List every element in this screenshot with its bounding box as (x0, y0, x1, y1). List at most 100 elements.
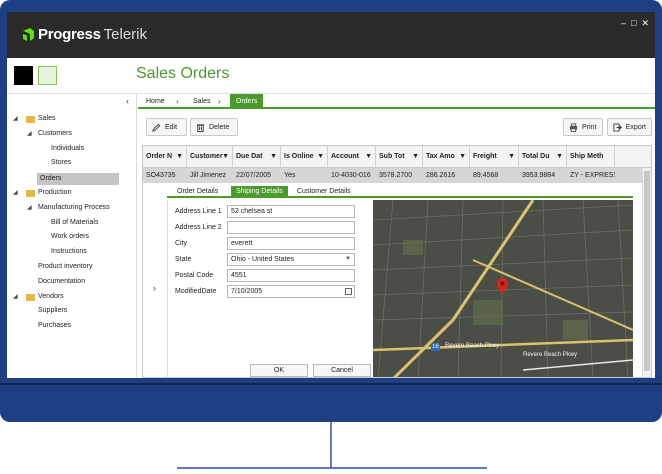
expand-arrow-icon[interactable]: ◢ (13, 290, 18, 305)
sidebar-item-sales[interactable]: ◢ Sales (7, 112, 137, 127)
column-header[interactable]: Account ▼ (328, 146, 376, 168)
tab-shiping-details[interactable]: Shiping Details (231, 186, 288, 198)
state-select[interactable]: Ohio - United States ▼ (227, 253, 355, 266)
connector-lines (177, 422, 487, 469)
breadcrumb-separator-icon: › (218, 97, 221, 106)
sidebar-item-instructions[interactable]: Instructions (7, 245, 137, 260)
table-cell: 286.2616 (426, 172, 456, 179)
sidebar-item-label: Manufacturing Process (38, 203, 110, 211)
app-window: Progress Telerik – □ ✕ Sales Orders ‹ ◢ S… (7, 12, 655, 378)
row-expand-icon[interactable]: › (153, 283, 156, 293)
theme-swatch-green[interactable] (38, 66, 57, 85)
modified-date-label: ModifiedDate (175, 288, 217, 295)
ok-button[interactable]: OK (250, 364, 308, 377)
filter-icon[interactable]: ▼ (556, 146, 563, 168)
sidebar-item-suppliers[interactable]: Suppliers (7, 304, 137, 319)
grid-header: Order N ▼ Customer ▼ Due Dat ▼ Is Online ▼ Accou… (143, 146, 651, 168)
column-header[interactable]: Order N ▼ (143, 146, 187, 168)
column-header[interactable]: Tax Amo ▼ (423, 146, 470, 168)
filter-icon[interactable]: ▼ (412, 146, 419, 168)
city-input[interactable]: everett (227, 237, 355, 250)
sidebar-item-production[interactable]: ◢ Production (7, 186, 137, 201)
location-pin-icon[interactable] (497, 278, 508, 294)
sidebar-item-label: Purchases (38, 322, 72, 330)
city-label: City (175, 240, 188, 247)
calendar-icon[interactable] (345, 288, 352, 295)
table-cell: 3953.9884 (522, 172, 556, 179)
column-header-label: Is Online (284, 153, 314, 160)
printer-icon (569, 122, 578, 132)
page-title: Sales Orders (136, 65, 230, 82)
filter-icon[interactable]: ▼ (508, 146, 515, 168)
sidebar-item-vendors[interactable]: ◢ Vendors (7, 290, 137, 305)
close-button[interactable]: ✕ (641, 18, 649, 29)
sidebar-item-label: Documentation (38, 277, 86, 285)
sidebar-item-purchases[interactable]: Purchases (7, 319, 137, 334)
route-shield: 16 (432, 344, 439, 350)
filter-icon[interactable]: ▼ (317, 146, 324, 168)
breadcrumb-sales[interactable]: Sales (193, 94, 211, 109)
sidebar-item-customers[interactable]: ◢ Customers (7, 127, 137, 142)
tab-order-details[interactable]: Order Details (172, 186, 223, 198)
postal-code-input[interactable]: 4551 (227, 269, 355, 282)
filter-icon[interactable]: ▼ (270, 146, 277, 168)
maximize-button[interactable]: □ (631, 18, 636, 29)
folder-icon (26, 293, 35, 301)
print-button[interactable]: Print (563, 118, 603, 136)
column-header[interactable]: Ship Meth (567, 146, 615, 168)
column-header[interactable]: Due Dat ▼ (233, 146, 281, 168)
export-button[interactable]: Export (607, 118, 652, 136)
expand-arrow-icon[interactable]: ◢ (27, 201, 32, 216)
column-header[interactable]: Sub Tot ▼ (376, 146, 423, 168)
table-row[interactable]: SO43735 Jill Jimenez 22/07/2005 Yes 10-4030-… (143, 168, 651, 183)
sidebar-item-label: Production (38, 188, 72, 196)
sidebar-item-stores[interactable]: Stores (7, 156, 137, 171)
delete-button[interactable]: Delete (190, 118, 238, 136)
sidebar-item-manufacturing-process[interactable]: ◢ Manufacturing Process (7, 201, 137, 216)
header-row: Sales Orders (7, 58, 655, 94)
sidebar-item-documentation[interactable]: Documentation (7, 275, 137, 290)
sidebar-item-product-inventory[interactable]: Product inventory (7, 260, 137, 275)
sidebar-item-bill-of-materials[interactable]: Bill of Materials (7, 216, 137, 231)
column-header-label: Ship Meth (570, 153, 604, 160)
edit-button[interactable]: Edit (146, 118, 187, 136)
tab-customer-details[interactable]: Customer Details (292, 186, 356, 198)
cancel-button[interactable]: Cancel (313, 364, 371, 377)
minimize-button[interactable]: – (621, 18, 626, 29)
sidebar-item-label: Suppliers (38, 307, 68, 315)
column-header[interactable]: Customer ▼ (187, 146, 233, 168)
map-view[interactable]: 16 Revere Beach Pkwy Revere Beach Pkwy (373, 200, 633, 377)
sidebar-item-label: Sales (38, 115, 56, 122)
modified-date-picker[interactable]: 7/10/2005 (227, 285, 355, 298)
expand-arrow-icon[interactable]: ◢ (27, 127, 32, 142)
column-header[interactable]: Freight ▼ (470, 146, 519, 168)
export-icon (613, 123, 622, 131)
sidebar-item-work-orders[interactable]: Work orders (7, 230, 137, 245)
filter-icon[interactable]: ▼ (176, 146, 183, 168)
sidebar-item-label: Bill of Materials (51, 218, 99, 226)
filter-icon[interactable]: ▼ (222, 146, 229, 168)
sidebar-item-individuals[interactable]: Individuals (7, 142, 137, 157)
table-cell: 89.4568 (473, 172, 499, 179)
sidebar-item-label: Work orders (51, 233, 89, 241)
sidebar-item-orders[interactable]: Orders (7, 171, 137, 186)
scrollbar-thumb[interactable] (644, 171, 650, 371)
sidebar-collapse-button[interactable]: ‹ (126, 96, 129, 106)
column-header[interactable]: Total Du ▼ (519, 146, 567, 168)
theme-swatch-black[interactable] (14, 66, 33, 85)
address-line-2-input[interactable] (227, 221, 355, 234)
vertical-scrollbar[interactable] (642, 168, 651, 377)
state-label: State (175, 256, 192, 263)
filter-icon[interactable]: ▼ (459, 146, 466, 168)
expand-arrow-icon[interactable]: ◢ (13, 112, 18, 127)
address-line-1-input[interactable]: 52 chelsea st (227, 205, 355, 218)
row-details-panel: Order Details Shiping Details Customer D… (167, 183, 633, 377)
filter-icon[interactable]: ▼ (365, 146, 372, 168)
breadcrumb-home[interactable]: Home (146, 94, 165, 109)
breadcrumb-orders[interactable]: Orders (230, 94, 264, 109)
column-header-label: Total Du (522, 153, 550, 160)
column-header[interactable]: Is Online ▼ (281, 146, 328, 168)
expand-arrow-icon[interactable]: ◢ (13, 186, 18, 201)
main-content: Home › Sales › Orders Edit Delete Print … (138, 94, 655, 378)
table-cell: ZY - EXPRESS (570, 172, 615, 179)
